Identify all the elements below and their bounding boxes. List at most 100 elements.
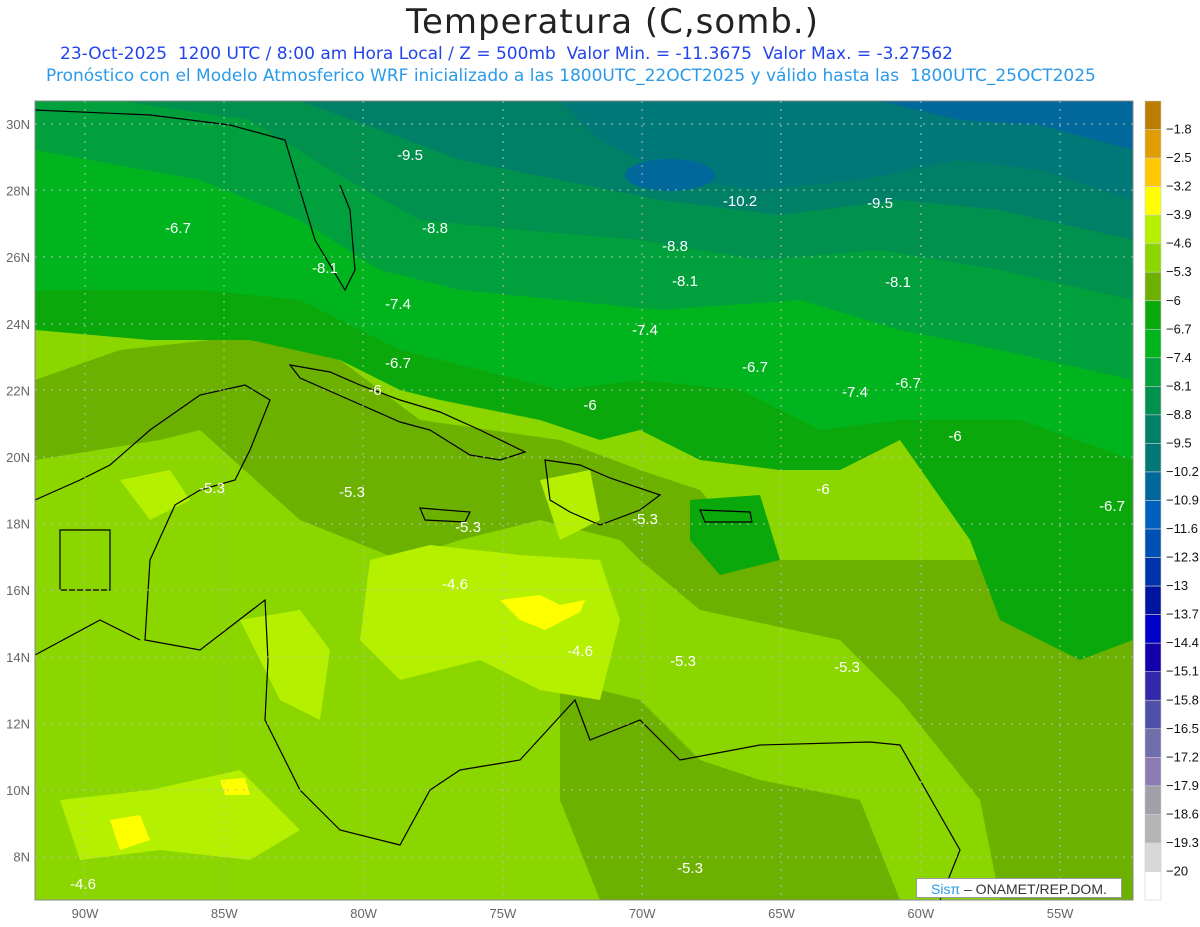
model-info-line: Pronóstico con el Modelo Atmosferico WRF…: [46, 66, 1096, 86]
legend-swatch: [1144, 842, 1162, 872]
sispi-logo: Sisπ: [931, 881, 961, 897]
lat-tick-label: 26N: [6, 250, 30, 265]
contour-label: -8.8: [662, 238, 688, 255]
legend-swatch: [1144, 671, 1162, 701]
contour-label: -4.6: [567, 643, 593, 660]
contour-label: -5.3: [677, 860, 703, 877]
contour-label: -9.5: [867, 195, 893, 212]
legend-label: −6.7: [1166, 321, 1192, 336]
lat-tick-label: 20N: [6, 450, 30, 465]
contour-label: -4.6: [442, 576, 468, 593]
contour-label: -6: [948, 428, 961, 445]
contour-label: -6.7: [385, 355, 411, 372]
legend-swatch: [1144, 871, 1162, 901]
color-legend: −1.8 −2.5 −3.2 −3.9 −4.6 −5.3 −6 −6.7 −7.4 −8.1 −8…: [1144, 100, 1199, 901]
legend-swatch: [1144, 614, 1162, 644]
contour-label: -9.5: [397, 147, 423, 164]
contour-label: -4.6: [70, 876, 96, 893]
lon-tick-label: 90W: [72, 906, 99, 921]
legend-label: −16.5: [1166, 721, 1199, 736]
lat-tick-label: 28N: [6, 184, 30, 199]
legend-label: −17.2: [1166, 749, 1199, 764]
legend-label: −15.1: [1166, 664, 1199, 679]
contour-label: -5.3: [339, 484, 365, 501]
legend-swatch: [1144, 642, 1162, 673]
legend-label: −19.3: [1166, 835, 1199, 850]
legend-swatch: [1144, 528, 1162, 558]
lat-tick-label: 22N: [6, 383, 30, 398]
credit-box: Sisπ – ONAMET/REP.DOM.: [916, 878, 1122, 898]
legend-swatch: [1144, 357, 1162, 387]
valid-time-line: 23-Oct-2025 1200 UTC / 8:00 am Hora Loca…: [60, 44, 953, 64]
legend-swatch: [1144, 214, 1162, 244]
contour-label: -8.1: [885, 274, 911, 291]
contour-label: -10.2: [723, 193, 757, 210]
legend-label: −18.6: [1166, 806, 1199, 821]
legend-label: −4.6: [1166, 236, 1192, 251]
legend-swatch: [1144, 328, 1162, 359]
contour-label: -7.4: [842, 384, 868, 401]
lat-tick-label: 30N: [6, 117, 30, 132]
legend-swatch: [1144, 471, 1162, 501]
contour-label: -6: [583, 397, 596, 414]
lon-tick-label: 75W: [490, 906, 517, 921]
legend-swatch: [1144, 557, 1162, 587]
legend-swatch: [1144, 785, 1162, 815]
chart-title: Temperatura (C,somb.): [406, 2, 819, 42]
contour-label: -6.7: [165, 220, 191, 237]
legend-swatch: [1144, 186, 1162, 216]
legend-swatch: [1144, 814, 1162, 844]
legend-swatch: [1144, 699, 1162, 730]
legend-label: −6: [1166, 293, 1181, 308]
legend-swatch: [1144, 728, 1162, 758]
legend-swatch: [1144, 100, 1162, 130]
contour-label: -6.7: [895, 375, 921, 392]
legend-label: −9.5: [1166, 435, 1192, 450]
lat-tick-label: 16N: [6, 583, 30, 598]
contour-label: -7.4: [385, 296, 411, 313]
legend-label: −20: [1166, 863, 1188, 878]
lat-tick-label: 14N: [6, 650, 30, 665]
contour-label: -6.7: [742, 359, 768, 376]
contour-label: -8.1: [312, 260, 338, 277]
lon-tick-label: 70W: [629, 906, 656, 921]
contour-label: -6: [368, 382, 381, 399]
contour-label: -6: [816, 481, 829, 498]
temperature-map: -9.5-6.7 -8.8-8.1-7.4-6.7-6-10.2 -9.5-8.8-…: [6, 100, 1199, 921]
legend-label: −13.7: [1166, 607, 1199, 622]
lat-tick-label: 8N: [13, 850, 30, 865]
legend-swatch: [1144, 300, 1162, 330]
legend-swatch: [1144, 585, 1162, 615]
lat-tick-label: 12N: [6, 716, 30, 731]
lon-tick-label: 85W: [211, 906, 238, 921]
legend-label: −8.8: [1166, 407, 1192, 422]
legend-swatch: [1144, 500, 1162, 530]
legend-label: −3.2: [1166, 179, 1192, 194]
lat-tick-label: 10N: [6, 783, 30, 798]
legend-swatch: [1144, 243, 1162, 273]
lon-tick-label: 65W: [768, 906, 795, 921]
legend-swatch: [1144, 414, 1162, 444]
contour-label: -7.4: [632, 322, 658, 339]
legend-swatch: [1144, 757, 1162, 787]
legend-label: −2.5: [1166, 150, 1192, 165]
lat-tick-label: 24N: [6, 317, 30, 332]
contour-label: -5.3: [632, 511, 658, 528]
map-fill: -9.5-6.7 -8.8-8.1-7.4-6.7-6-10.2 -9.5-8.8-…: [35, 101, 1133, 900]
legend-swatch: [1144, 271, 1162, 302]
contour-label: -5.3: [199, 480, 225, 497]
legend-label: −10.9: [1166, 493, 1199, 508]
legend-label: −8.1: [1166, 378, 1192, 393]
contour-label: -8.1: [672, 273, 698, 290]
lon-tick-label: 55W: [1047, 906, 1074, 921]
credit-text: – ONAMET/REP.DOM.: [960, 881, 1107, 897]
legend-label: −10.2: [1166, 464, 1199, 479]
legend-label: −5.3: [1166, 264, 1192, 279]
legend-label: −3.9: [1166, 207, 1192, 222]
legend-label: −7.4: [1166, 350, 1192, 365]
legend-label: −12.3: [1166, 550, 1199, 565]
lon-tick-label: 60W: [907, 906, 934, 921]
contour-label: -5.3: [670, 653, 696, 670]
contour-label: -8.8: [422, 220, 448, 237]
legend-label: −15.8: [1166, 692, 1199, 707]
